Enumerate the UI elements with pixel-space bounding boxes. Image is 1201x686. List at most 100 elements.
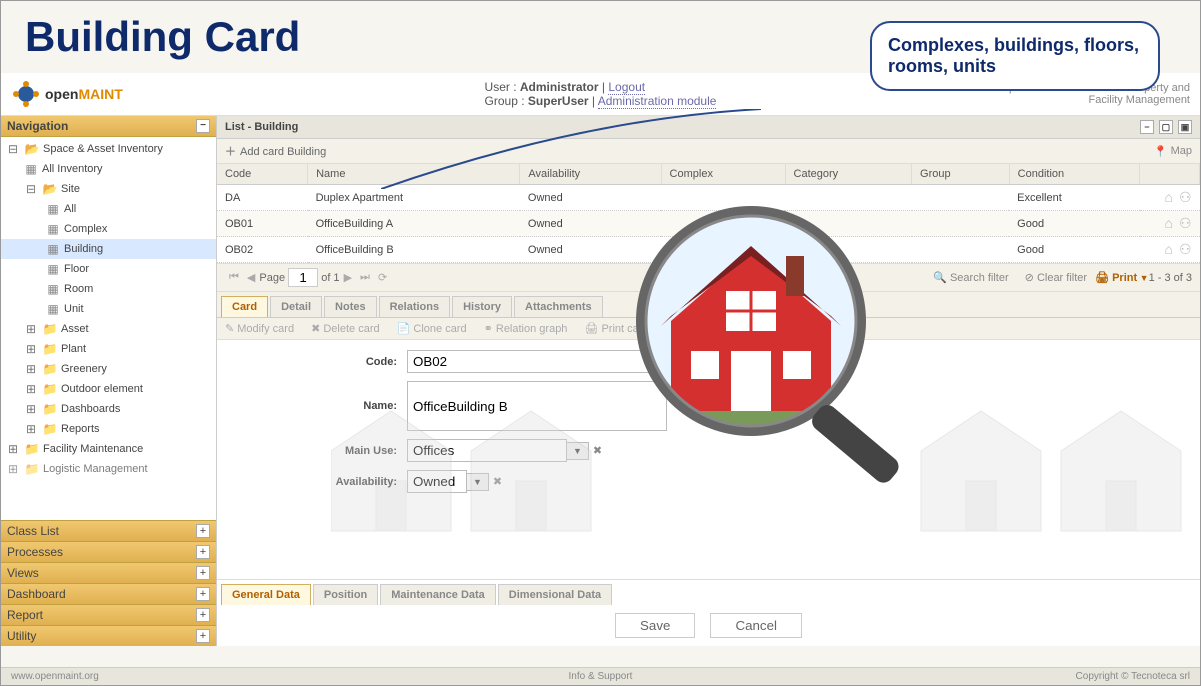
map-button[interactable]: Map [1154,145,1192,158]
tree-item-greenery[interactable]: Greenery [1,359,216,379]
first-page-button[interactable]: ⏮ [225,271,243,284]
tree-item-reports[interactable]: Reports [1,419,216,439]
tab-notes[interactable]: Notes [324,296,377,317]
expand-icon: + [196,629,210,643]
next-page-button[interactable]: ▶ [340,271,356,284]
save-button[interactable]: Save [615,613,695,638]
tree-item-building[interactable]: Building [1,239,216,259]
subtab-maintenance-data[interactable]: Maintenance Data [380,584,496,605]
tree-item-room[interactable]: Room [1,279,216,299]
availability-clear-button[interactable]: ✖ [493,475,502,488]
tree-item-plant[interactable]: Plant [1,339,216,359]
grid-icon [45,241,61,257]
tree-item-outdoor-element[interactable]: Outdoor element [1,379,216,399]
collapse-icon [5,141,21,157]
tree-item-all-inventory[interactable]: All Inventory [1,159,216,179]
restore-button[interactable]: ▢ [1159,120,1173,134]
logo: openMAINT [11,79,123,109]
modify-card-button[interactable]: Modify card [225,323,294,335]
expand-icon [23,321,39,337]
hierarchy-icon[interactable]: ⚇ [1179,241,1192,257]
mainuse-dropdown-button[interactable]: ▼ [567,442,589,460]
accordion-dashboard[interactable]: Dashboard+ [1,583,216,604]
search-filter-button[interactable]: 🔍 Search filter [933,271,1008,284]
maximize-button[interactable]: ▣ [1178,120,1192,134]
admin-module-link[interactable]: Administration module [598,94,717,109]
accordion-utility[interactable]: Utility+ [1,625,216,646]
tree-item-logistic[interactable]: Logistic Management [1,459,216,479]
tab-detail[interactable]: Detail [270,296,322,317]
pager: ⏮ ◀ Page of 1 ▶ ⏭ ⟳ 🔍 Search filter ⊘ Cl… [217,263,1200,292]
availability-label: Availability: [237,476,407,488]
collapse-icon [23,181,39,197]
tree-item-site[interactable]: Site [1,179,216,199]
clear-filter-button[interactable]: ⊘ Clear filter [1025,271,1087,284]
mainuse-input[interactable] [407,439,567,462]
folder-icon [42,341,58,357]
tree-item-unit[interactable]: Unit [1,299,216,319]
add-card-button[interactable]: Add card Building [225,143,326,159]
tab-card[interactable]: Card [221,296,268,317]
hierarchy-icon[interactable]: ⚇ [1179,215,1192,231]
folder-icon [24,441,40,457]
tree-item-asset[interactable]: Asset [1,319,216,339]
last-page-button[interactable]: ⏭ [356,271,374,284]
name-label: Name: [237,400,407,412]
folder-open-icon [24,141,40,157]
logo-text: openMAINT [45,86,123,102]
name-input[interactable] [407,381,667,431]
tree-item-dashboards[interactable]: Dashboards [1,399,216,419]
minimize-button[interactable]: − [1140,120,1154,134]
accordion-report[interactable]: Report+ [1,604,216,625]
col-condition[interactable]: Condition [1009,164,1139,185]
print-card-button[interactable]: Print card [585,323,660,335]
subtab-position[interactable]: Position [313,584,378,605]
user-info: User : Administrator | Logout Group : Su… [485,80,717,108]
footer-url[interactable]: www.openmaint.org [11,671,99,682]
clone-card-button[interactable]: Clone card [397,323,467,335]
tree-item-all[interactable]: All [1,199,216,219]
code-input[interactable] [407,350,667,373]
footer-info-link[interactable]: Info & Support [569,671,633,682]
tree-item-floor[interactable]: Floor [1,259,216,279]
tab-history[interactable]: History [452,296,512,317]
refresh-button[interactable]: ⟳ [374,271,391,284]
hierarchy-icon[interactable]: ⚇ [1179,189,1192,205]
folder-icon [42,381,58,397]
mainuse-clear-button[interactable]: ✖ [593,444,602,457]
cancel-button[interactable]: Cancel [710,613,802,638]
home-icon[interactable]: ⌂ [1164,189,1172,205]
navigation-sidebar: Navigation − Space & Asset Inventory All… [1,116,217,646]
collapse-sidebar-button[interactable]: − [196,119,210,133]
folder-icon [42,421,58,437]
logout-link[interactable]: Logout [608,80,645,95]
availability-input[interactable] [407,470,467,493]
subtab-dimensional-data[interactable]: Dimensional Data [498,584,612,605]
prev-page-button[interactable]: ◀ [243,271,259,284]
relation-graph-button[interactable]: Relation graph [484,323,568,335]
col-category[interactable]: Category [785,164,912,185]
tree-root[interactable]: Space & Asset Inventory [1,139,216,159]
availability-dropdown-button[interactable]: ▼ [467,473,489,491]
print-button[interactable]: 🖨 Print [1095,271,1149,284]
tree-item-complex[interactable]: Complex [1,219,216,239]
folder-icon [24,461,40,477]
col-code[interactable]: Code [217,164,308,185]
page-input[interactable] [288,268,318,287]
home-icon[interactable]: ⌂ [1164,241,1172,257]
table-row[interactable]: OB02OfficeBuilding BOwnedGood⌂⚇ [217,237,1200,263]
grid-icon [45,281,61,297]
subtab-general-data[interactable]: General Data [221,584,311,605]
delete-card-button[interactable]: Delete card [311,323,379,335]
col-group[interactable]: Group [912,164,1010,185]
form-button-bar: Save Cancel [217,605,1200,646]
table-row[interactable]: OB01OfficeBuilding AOwnedGood⌂⚇ [217,211,1200,237]
tab-attachments[interactable]: Attachments [514,296,603,317]
expand-icon [5,461,21,477]
tab-relations[interactable]: Relations [379,296,451,317]
accordion-class-list[interactable]: Class List+ [1,520,216,541]
accordion-processes[interactable]: Processes+ [1,541,216,562]
accordion-views[interactable]: Views+ [1,562,216,583]
home-icon[interactable]: ⌂ [1164,215,1172,231]
tree-item-facility[interactable]: Facility Maintenance [1,439,216,459]
